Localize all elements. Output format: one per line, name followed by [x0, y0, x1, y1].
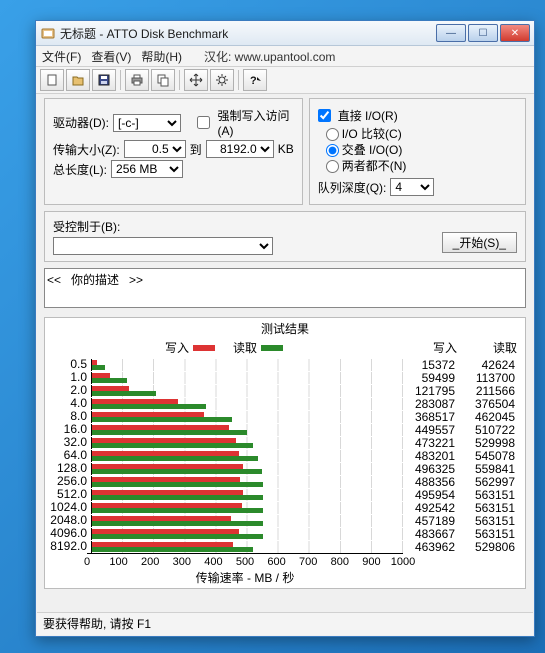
force-write-label: 强制写入访问(A): [217, 107, 293, 138]
menubar: 文件(F) 查看(V) 帮助(H) 汉化: www.upantool.com: [36, 46, 534, 67]
menu-file[interactable]: 文件(F): [42, 48, 81, 65]
params-panel: 驱动器(D): [-c-] 强制写入访问(A) 传输大小(Z): 0.5 到 8…: [44, 98, 303, 205]
legend-read-swatch: [261, 345, 283, 351]
drive-label: 驱动器(D):: [53, 114, 109, 131]
menu-view[interactable]: 查看(V): [91, 48, 131, 65]
total-length-label: 总长度(L):: [53, 161, 107, 178]
menu-note: 汉化: www.upantool.com: [204, 48, 335, 65]
app-icon: [40, 25, 56, 41]
minimize-button[interactable]: —: [436, 24, 466, 42]
toolbar-move-button[interactable]: [184, 69, 208, 91]
toolbar-copy-button[interactable]: [151, 69, 175, 91]
to-label: 到: [190, 141, 202, 158]
io-panel: 直接 I/O(R) I/O 比较(C) 交叠 I/O(O) 两者都不(N) 队列…: [309, 98, 526, 205]
start-button[interactable]: _开始(S)_: [442, 232, 517, 253]
force-write-checkbox[interactable]: [197, 116, 210, 129]
results-title: 测试结果: [49, 320, 521, 337]
transfer-size-label: 传输大小(Z):: [53, 141, 120, 158]
direct-io-label: 直接 I/O(R): [338, 107, 398, 124]
size-from-select[interactable]: 0.5: [124, 140, 186, 158]
results-panel: 测试结果 写入 读取 写入读取 0.51.02.04.08.016.032.06…: [44, 317, 526, 589]
status-bar: 要获得帮助, 请按 F1: [37, 612, 533, 635]
drive-select[interactable]: [-c-]: [113, 114, 181, 132]
total-length-select[interactable]: 256 MB: [111, 160, 183, 178]
neither-option[interactable]: 两者都不(N): [326, 158, 517, 174]
toolbar-settings-button[interactable]: [210, 69, 234, 91]
controlled-by-label: 受控制于(B):: [53, 218, 436, 235]
io-compare-option[interactable]: I/O 比较(C): [326, 126, 517, 142]
kb-label: KB: [278, 142, 294, 156]
queue-depth-label: 队列深度(Q):: [318, 179, 387, 196]
toolbar-print-button[interactable]: [125, 69, 149, 91]
queue-depth-select[interactable]: 4: [390, 178, 434, 196]
y-labels: 0.51.02.04.08.016.032.064.0128.0256.0512…: [49, 358, 91, 553]
size-to-select[interactable]: 8192.0: [206, 140, 274, 158]
chart-bars: [91, 358, 403, 553]
window-title: 无标题 - ATTO Disk Benchmark: [60, 25, 436, 42]
x-ticks: 01002003004005006007008009001000: [87, 553, 403, 568]
numeric-header: 写入读取: [399, 339, 521, 356]
toolbar-save-button[interactable]: [92, 69, 116, 91]
toolbar-help-button[interactable]: ?: [243, 69, 267, 91]
controlled-by-select[interactable]: [53, 237, 273, 255]
toolbar: ?: [36, 67, 534, 94]
legend-read-label: 读取: [233, 339, 257, 356]
maximize-button[interactable]: ☐: [468, 24, 498, 42]
menu-help[interactable]: 帮助(H): [141, 48, 182, 65]
chart-legend: 写入 读取: [49, 339, 399, 356]
toolbar-open-button[interactable]: [66, 69, 90, 91]
legend-write-swatch: [193, 345, 215, 351]
svg-text:?: ?: [250, 75, 257, 87]
titlebar[interactable]: 无标题 - ATTO Disk Benchmark — ☐ ✕: [36, 21, 534, 46]
close-button[interactable]: ✕: [500, 24, 530, 42]
description-textarea[interactable]: [44, 268, 526, 308]
controlled-panel: 受控制于(B): _开始(S)_: [44, 211, 526, 262]
direct-io-checkbox[interactable]: [318, 109, 331, 122]
app-window: 无标题 - ATTO Disk Benchmark — ☐ ✕ 文件(F) 查看…: [35, 20, 535, 637]
numeric-column: 1537242624594991137001217952115662830873…: [403, 358, 521, 553]
toolbar-new-button[interactable]: [40, 69, 64, 91]
legend-write-label: 写入: [165, 339, 189, 356]
overlapped-option[interactable]: 交叠 I/O(O): [326, 142, 517, 158]
